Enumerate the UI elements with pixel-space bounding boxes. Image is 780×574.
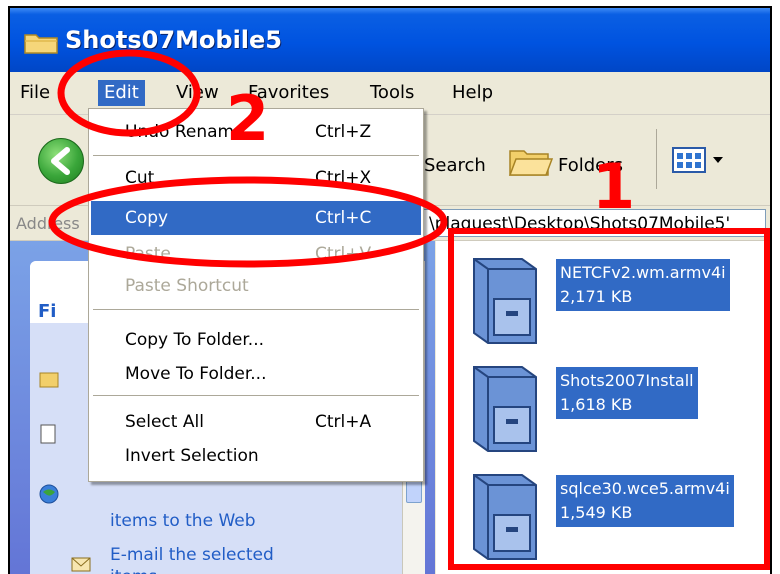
menu-file[interactable]: File [14,80,56,106]
views-button[interactable] [668,143,728,179]
step-2-label: 2 [226,82,270,155]
email-link-cont[interactable]: items [110,567,157,574]
menu-separator [93,395,419,396]
search-button-label[interactable]: Search [424,155,486,176]
folder-icon [24,34,58,54]
menu-item-copy-to-folder[interactable]: Copy To Folder... [91,323,421,357]
edit-menu-dropdown: Undo Rename Ctrl+Z Cut Ctrl+X Copy Ctrl+… [88,108,424,482]
menu-item-cut[interactable]: Cut Ctrl+X [91,161,421,195]
rename-icon [39,372,59,388]
toolbar-separator [656,129,657,189]
back-arrow-icon [51,147,70,175]
move-icon [40,424,56,444]
folders-icon [508,150,554,176]
publish-link[interactable]: items to the Web [110,511,256,531]
step-1-label: 1 [592,150,636,223]
menu-help[interactable]: Help [446,80,499,106]
menu-item-paste-shortcut[interactable]: Paste Shortcut [91,269,421,303]
menu-edit[interactable]: Edit [98,80,145,106]
email-icon [71,557,91,572]
views-grid-icon [672,147,706,173]
menu-separator [93,309,419,310]
back-button[interactable] [38,138,84,184]
selection-highlight-box [448,228,770,570]
address-label: Address [16,214,80,233]
chevron-down-icon [713,157,723,163]
menu-item-paste[interactable]: Paste Ctrl+V [91,237,421,271]
menu-item-move-to-folder[interactable]: Move To Folder... [91,357,421,391]
menu-item-copy[interactable]: Copy Ctrl+C [91,201,421,235]
window-title: Shots07Mobile5 [65,26,282,54]
menu-separator [93,155,419,156]
title-bar[interactable]: Shots07Mobile5 [10,8,770,72]
menu-tools[interactable]: Tools [364,80,420,106]
globe-icon [39,484,59,504]
email-link[interactable]: E-mail the selected [110,545,274,565]
menu-item-invert-selection[interactable]: Invert Selection [91,439,421,473]
menu-view[interactable]: View [170,80,225,106]
task-panel-title: Fi [38,301,57,322]
menu-item-select-all[interactable]: Select All Ctrl+A [91,405,421,439]
